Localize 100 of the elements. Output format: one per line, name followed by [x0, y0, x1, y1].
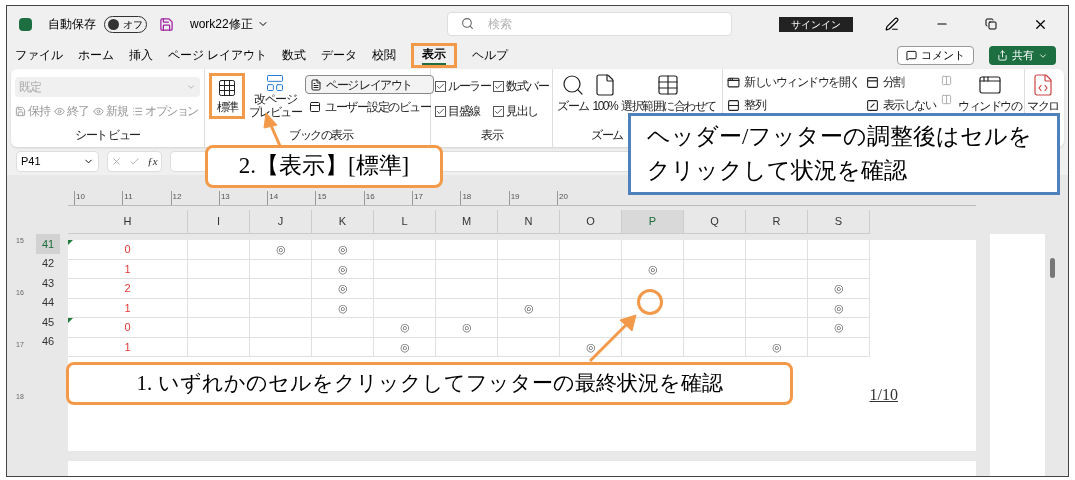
table-cell[interactable] [746, 240, 808, 260]
table-cell[interactable] [808, 337, 870, 357]
table-cell[interactable]: ◎ [808, 279, 870, 299]
table-cell[interactable] [188, 279, 250, 299]
table-cell[interactable] [498, 259, 560, 279]
table-cell[interactable] [684, 259, 746, 279]
table-cell[interactable] [684, 298, 746, 318]
new-window-button[interactable]: 新しいウィンドウを開く [727, 73, 860, 91]
cancel-icon[interactable] [111, 155, 123, 167]
scrollbar-thumb[interactable] [1049, 258, 1055, 278]
row-header[interactable]: 46 [36, 331, 60, 351]
table-cell[interactable]: ◎ [622, 259, 684, 279]
table-cell[interactable] [188, 259, 250, 279]
table-cell[interactable] [188, 298, 250, 318]
table-cell[interactable] [560, 259, 622, 279]
table-cell[interactable] [250, 259, 312, 279]
table-cell[interactable] [684, 318, 746, 338]
table-cell[interactable]: ◎ [312, 240, 374, 260]
checkbox[interactable] [435, 80, 446, 92]
ribbon-tab[interactable]: ページ レイアウト [168, 43, 268, 68]
ribbon-tab[interactable]: ヘルプ [472, 43, 509, 68]
table-cell[interactable] [312, 318, 374, 338]
table-cell[interactable] [560, 279, 622, 299]
column-header[interactable]: M [436, 210, 498, 234]
macro-button[interactable]: マクロ [1025, 69, 1061, 115]
table-cell[interactable]: ◎ [498, 298, 560, 318]
table-cell[interactable]: ◎ [250, 240, 312, 260]
zoom-button[interactable]: 100% [592, 73, 618, 115]
zoom-button[interactable]: 選択範囲に合わせて [621, 73, 716, 115]
table-cell[interactable] [560, 298, 622, 318]
table-cell[interactable] [622, 279, 684, 299]
checkbox[interactable] [493, 80, 504, 92]
table-cell[interactable] [560, 240, 622, 260]
column-header[interactable]: Q [684, 210, 746, 234]
table-cell[interactable]: ◎ [312, 279, 374, 299]
table-cell[interactable] [250, 337, 312, 357]
column-header[interactable]: J [250, 210, 312, 234]
table-cell[interactable] [498, 337, 560, 357]
table-cell[interactable] [684, 240, 746, 260]
file-name-button[interactable]: work22修正 [190, 15, 269, 33]
save-icon[interactable] [159, 16, 174, 32]
table-cell[interactable]: ◎ [312, 259, 374, 279]
ribbon-tab[interactable]: 数式 [282, 43, 307, 68]
table-cell[interactable] [746, 259, 808, 279]
comment-button[interactable]: コメント [897, 46, 974, 65]
table-cell[interactable]: ◎ [808, 298, 870, 318]
ribbon-tab[interactable]: 校閲 [372, 43, 397, 68]
ribbon-checkbox[interactable]: 目盛線 [435, 102, 490, 120]
table-cell[interactable] [374, 259, 436, 279]
column-header[interactable]: S [808, 210, 870, 234]
ribbon-checkbox[interactable]: ルーラー [435, 77, 490, 95]
ribbon-tab[interactable]: ファイル [15, 43, 63, 68]
checkbox[interactable] [435, 105, 446, 117]
table-cell[interactable] [746, 298, 808, 318]
table-cell[interactable] [250, 279, 312, 299]
table-cell[interactable] [746, 318, 808, 338]
function-button[interactable]: ƒx [147, 152, 158, 170]
hide-button[interactable]: 表示しない [865, 96, 935, 114]
table-cell[interactable]: 1 [68, 337, 188, 357]
table-cell[interactable] [374, 279, 436, 299]
table-cell[interactable] [498, 240, 560, 260]
table-cell[interactable] [498, 279, 560, 299]
search-field[interactable]: 検索 [446, 12, 732, 36]
table-cell[interactable] [436, 298, 498, 318]
table-cell[interactable]: 1 [68, 298, 188, 318]
table-cell[interactable]: 2 [68, 279, 188, 299]
column-header[interactable]: H [68, 210, 188, 234]
split-button[interactable]: 分割 [865, 73, 935, 91]
row-header[interactable]: 44 [36, 292, 60, 312]
row-header[interactable]: 41 [36, 234, 60, 254]
table-cell[interactable]: ◎ [436, 318, 498, 338]
table-cell[interactable] [188, 318, 250, 338]
ribbon-tab[interactable]: ホーム [78, 43, 114, 68]
table-cell[interactable] [808, 240, 870, 260]
table-cell[interactable] [312, 337, 374, 357]
table-cell[interactable]: ◎ [374, 337, 436, 357]
table-cell[interactable] [188, 240, 250, 260]
column-header[interactable]: P [622, 210, 684, 234]
checkbox[interactable] [493, 105, 504, 117]
table-cell[interactable] [684, 337, 746, 357]
sign-in-button[interactable]: サインイン [779, 16, 853, 32]
normal-view-button[interactable]: 標準 [209, 73, 245, 119]
table-cell[interactable]: ◎ [746, 337, 808, 357]
table-cell[interactable] [188, 337, 250, 357]
custom-views-button[interactable]: ユーザー設定のビュー [305, 98, 434, 116]
enter-icon[interactable] [129, 155, 141, 167]
table-cell[interactable]: ◎ [808, 318, 870, 338]
pen-icon[interactable] [885, 17, 899, 31]
table-cell[interactable] [746, 279, 808, 299]
table-cell[interactable] [436, 240, 498, 260]
side-by-side-icon[interactable] [941, 75, 952, 86]
table-cell[interactable] [436, 259, 498, 279]
ribbon-tab[interactable]: データ [321, 43, 358, 68]
table-cell[interactable]: ◎ [312, 298, 374, 318]
table-cell[interactable]: 1 [68, 259, 188, 279]
table-cell[interactable] [436, 337, 498, 357]
column-header[interactable]: I [188, 210, 250, 234]
row-header[interactable]: 42 [36, 253, 60, 273]
row-header[interactable]: 43 [36, 273, 60, 293]
table-cell[interactable] [374, 240, 436, 260]
